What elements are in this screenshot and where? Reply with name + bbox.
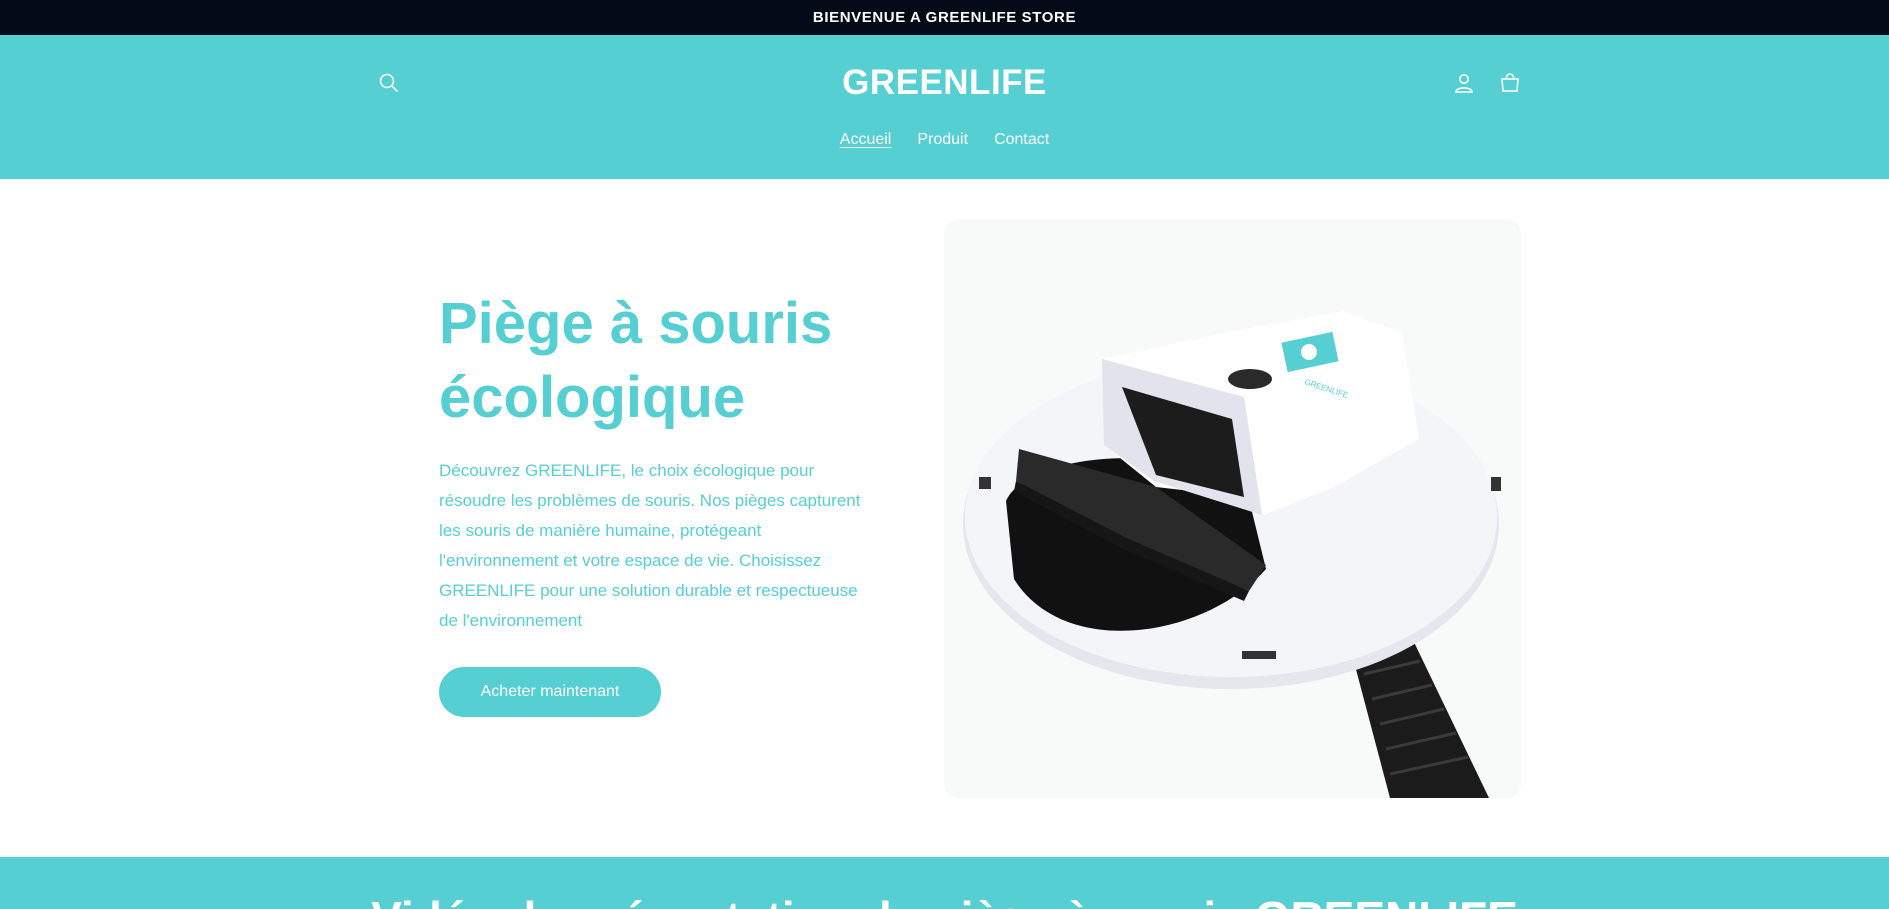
hero-title-line2: écologique (439, 365, 746, 430)
cart-button[interactable] (1492, 65, 1528, 101)
hero-title-line1: Piège à souris (439, 291, 833, 356)
announcement-bar: BIENVENUE A GREENLIFE STORE (0, 0, 1889, 35)
nav-item-produit[interactable]: Produit (917, 131, 968, 149)
cart-icon (1501, 73, 1519, 92)
buy-now-button[interactable]: Acheter maintenant (439, 667, 661, 717)
site-header: GREENLIFE Accueil Produit Contact (0, 35, 1889, 179)
site-logo[interactable]: GREENLIFE (0, 63, 1889, 103)
main-nav: Accueil Produit Contact (0, 131, 1889, 149)
account-button[interactable] (1446, 65, 1482, 101)
hero-description: Découvrez GREENLIFE, le choix écologique… (439, 461, 861, 630)
announcement-text: BIENVENUE A GREENLIFE STORE (812, 9, 1077, 26)
nav-item-accueil[interactable]: Accueil (840, 131, 892, 149)
user-icon (1455, 74, 1473, 93)
hero-title: Piège à souris écologique (439, 287, 899, 435)
nav-item-contact[interactable]: Contact (994, 131, 1049, 149)
product-image: GREENLIFE (944, 219, 1521, 798)
video-section: Vidéo de présentation du piège à souris … (0, 857, 1889, 909)
video-section-title: Vidéo de présentation du piège à souris … (0, 891, 1889, 909)
